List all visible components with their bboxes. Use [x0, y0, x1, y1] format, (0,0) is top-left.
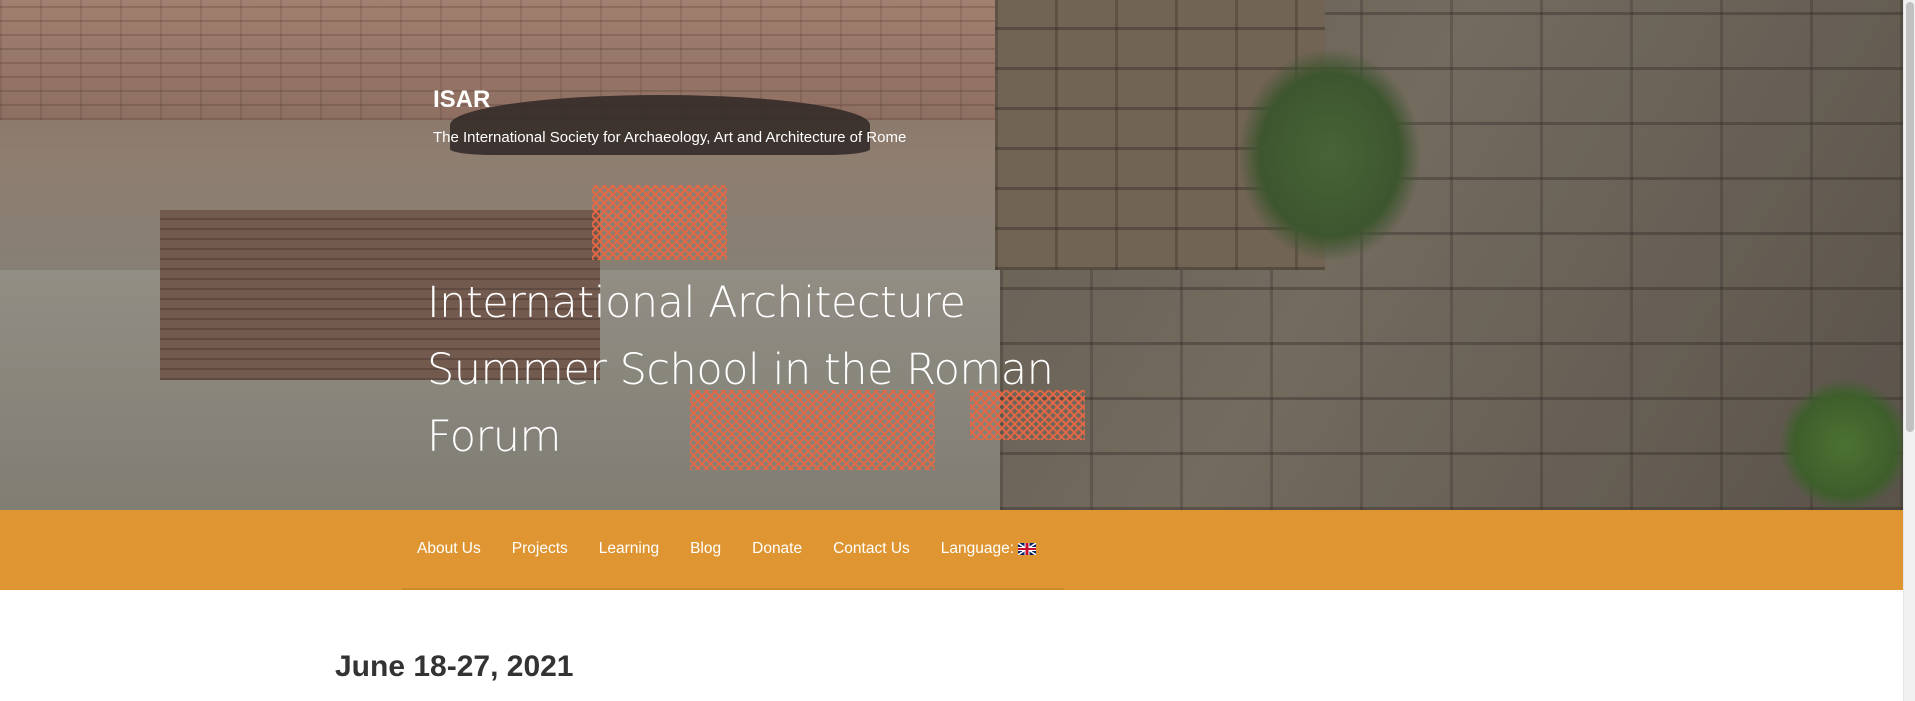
- nav-item-blog[interactable]: Blog: [690, 540, 721, 558]
- nav-item-language[interactable]: Language:: [941, 540, 1037, 558]
- nav-item-donate[interactable]: Donate: [752, 540, 802, 558]
- nav-item-projects[interactable]: Projects: [512, 540, 568, 558]
- page-scrollbar[interactable]: [1903, 0, 1915, 701]
- site-title[interactable]: ISAR: [433, 86, 490, 114]
- nav-item-learning[interactable]: Learning: [599, 540, 659, 558]
- main-navigation: About Us Projects Learning Blog Donate C…: [0, 510, 1903, 590]
- uk-flag-icon: [1018, 543, 1037, 555]
- nav-item-contact-us[interactable]: Contact Us: [833, 540, 910, 558]
- event-date-heading: June 18-27, 2021: [335, 650, 574, 683]
- nav-menu: About Us Projects Learning Blog Donate C…: [417, 540, 1067, 558]
- scrollbar-thumb[interactable]: [1906, 2, 1914, 432]
- hero-banner: ISAR The International Society for Archa…: [0, 0, 1903, 510]
- nav-item-about-us[interactable]: About Us: [417, 540, 481, 558]
- nav-divider: [402, 588, 1064, 590]
- site-tagline: The International Society for Archaeolog…: [433, 129, 907, 146]
- hero-heading: International Architecture Summer School…: [427, 278, 1054, 462]
